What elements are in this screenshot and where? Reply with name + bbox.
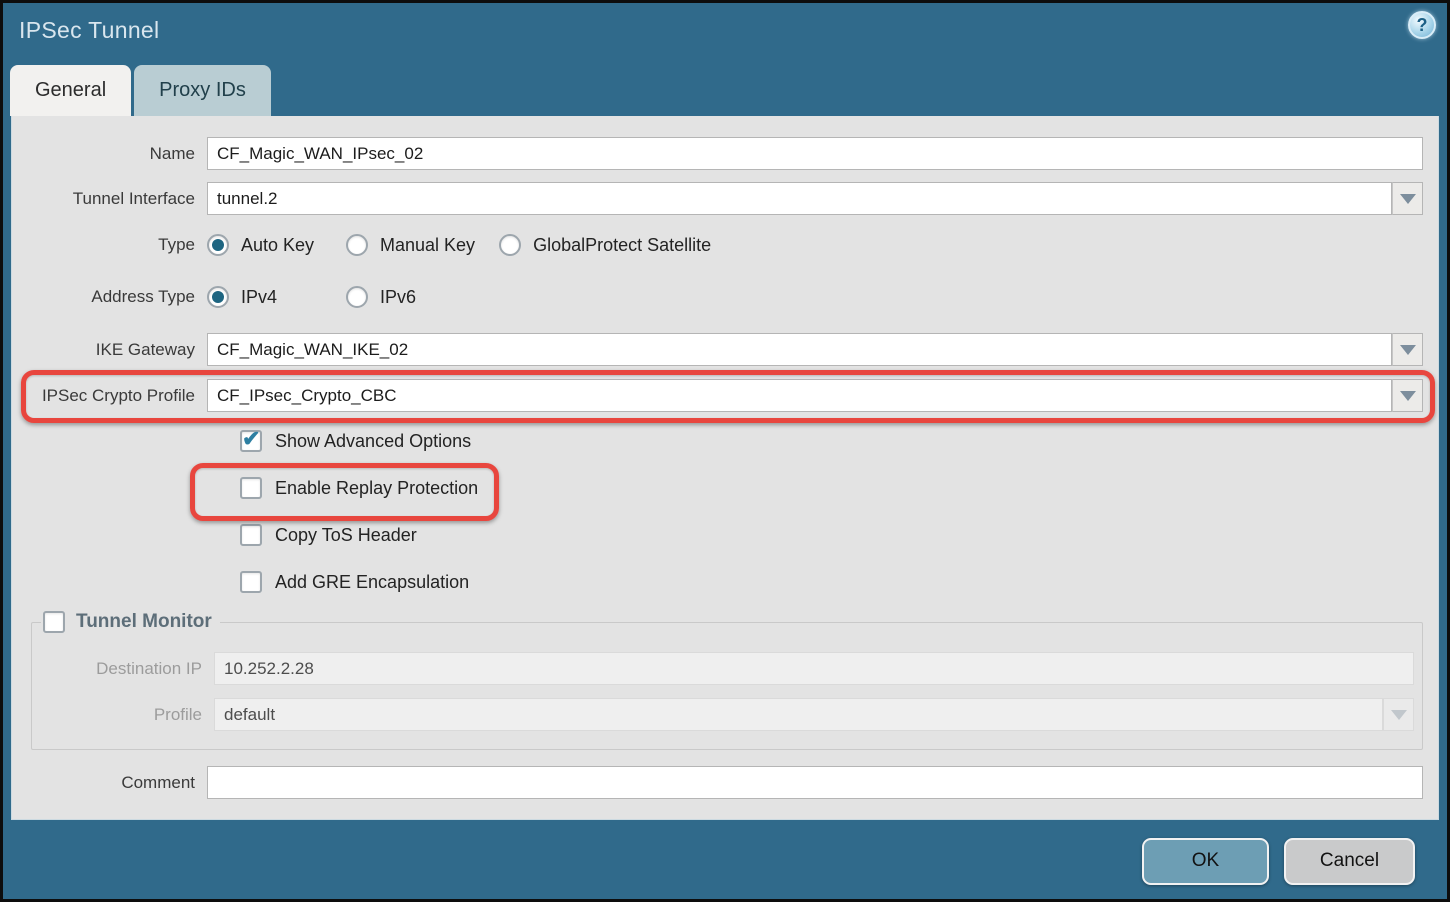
show-advanced-options-checkbox[interactable] — [240, 430, 262, 452]
title-bar: IPSec Tunnel ? — [3, 3, 1447, 62]
radio-ipv4[interactable]: IPv4 — [207, 286, 346, 308]
destination-ip-label: Destination IP — [32, 659, 214, 679]
ike-gateway-input[interactable] — [207, 333, 1392, 366]
tab-proxy-ids[interactable]: Proxy IDs — [134, 65, 271, 116]
profile-input — [214, 698, 1383, 731]
help-question-icon[interactable]: ? — [1408, 11, 1436, 39]
copy-tos-header-checkbox[interactable] — [240, 524, 262, 546]
comment-row: Comment — [33, 766, 1423, 799]
radio-manual-key[interactable]: Manual Key — [346, 234, 499, 256]
radio-button-icon[interactable] — [499, 234, 521, 256]
enable-replay-protection-row: Enable Replay Protection — [33, 475, 1423, 501]
tab-general[interactable]: General — [10, 65, 131, 116]
enable-replay-protection-checkbox[interactable] — [240, 477, 262, 499]
ipsec-crypto-profile-row: IPSec Crypto Profile — [33, 379, 1423, 412]
chevron-down-icon — [1400, 194, 1416, 204]
tab-bar: General Proxy IDs — [10, 65, 271, 116]
type-row: Type Auto Key Manual Key GlobalProtect S… — [33, 231, 1423, 259]
comment-input[interactable] — [207, 766, 1423, 799]
profile-label: Profile — [32, 705, 214, 725]
tunnel-interface-input[interactable] — [207, 182, 1392, 215]
ipsec-tunnel-dialog: IPSec Tunnel ? General Proxy IDs Name Tu… — [0, 0, 1450, 902]
chevron-down-icon — [1400, 345, 1416, 355]
ike-gateway-dropdown-button[interactable] — [1392, 333, 1423, 366]
profile-row: Profile — [32, 698, 1414, 731]
tunnel-interface-dropdown-button[interactable] — [1392, 182, 1423, 215]
show-advanced-options-row: Show Advanced Options — [33, 428, 1423, 454]
radio-button-icon[interactable] — [207, 234, 229, 256]
ipsec-crypto-profile-dropdown-button[interactable] — [1392, 379, 1423, 412]
chevron-down-icon — [1400, 391, 1416, 401]
tunnel-interface-row: Tunnel Interface — [33, 182, 1423, 215]
ok-button[interactable]: OK — [1142, 838, 1269, 885]
add-gre-encapsulation-checkbox[interactable] — [240, 571, 262, 593]
address-type-label: Address Type — [33, 287, 207, 307]
radio-button-icon[interactable] — [207, 286, 229, 308]
cancel-button[interactable]: Cancel — [1284, 838, 1415, 885]
add-gre-encapsulation-row: Add GRE Encapsulation — [33, 569, 1423, 595]
name-input[interactable] — [207, 137, 1423, 170]
general-tab-panel: Name Tunnel Interface Type Auto Key — [11, 116, 1439, 820]
ike-gateway-row: IKE Gateway — [33, 333, 1423, 366]
chevron-down-icon — [1391, 710, 1407, 720]
name-label: Name — [33, 144, 207, 164]
tunnel-interface-label: Tunnel Interface — [33, 189, 207, 209]
radio-globalprotect-satellite[interactable]: GlobalProtect Satellite — [499, 234, 735, 256]
type-label: Type — [33, 235, 207, 255]
ike-gateway-label: IKE Gateway — [33, 340, 207, 360]
tunnel-monitor-checkbox[interactable] — [43, 611, 65, 633]
comment-label: Comment — [33, 773, 207, 793]
name-row: Name — [33, 137, 1423, 170]
tunnel-monitor-section: Tunnel Monitor Destination IP Profile — [31, 611, 1423, 750]
radio-button-icon[interactable] — [346, 286, 368, 308]
ipsec-crypto-profile-label: IPSec Crypto Profile — [33, 386, 207, 406]
tunnel-monitor-legend: Tunnel Monitor — [41, 611, 220, 633]
radio-auto-key[interactable]: Auto Key — [207, 234, 346, 256]
dialog-title: IPSec Tunnel — [19, 17, 159, 44]
address-type-row: Address Type IPv4 IPv6 — [33, 283, 1423, 311]
copy-tos-header-row: Copy ToS Header — [33, 522, 1423, 548]
radio-button-icon[interactable] — [346, 234, 368, 256]
destination-ip-row: Destination IP — [32, 652, 1414, 685]
ipsec-crypto-profile-input[interactable] — [207, 379, 1392, 412]
destination-ip-input — [214, 652, 1414, 685]
radio-ipv6[interactable]: IPv6 — [346, 286, 485, 308]
profile-dropdown-button — [1383, 698, 1414, 731]
footer-bar: OK Cancel — [3, 820, 1447, 902]
